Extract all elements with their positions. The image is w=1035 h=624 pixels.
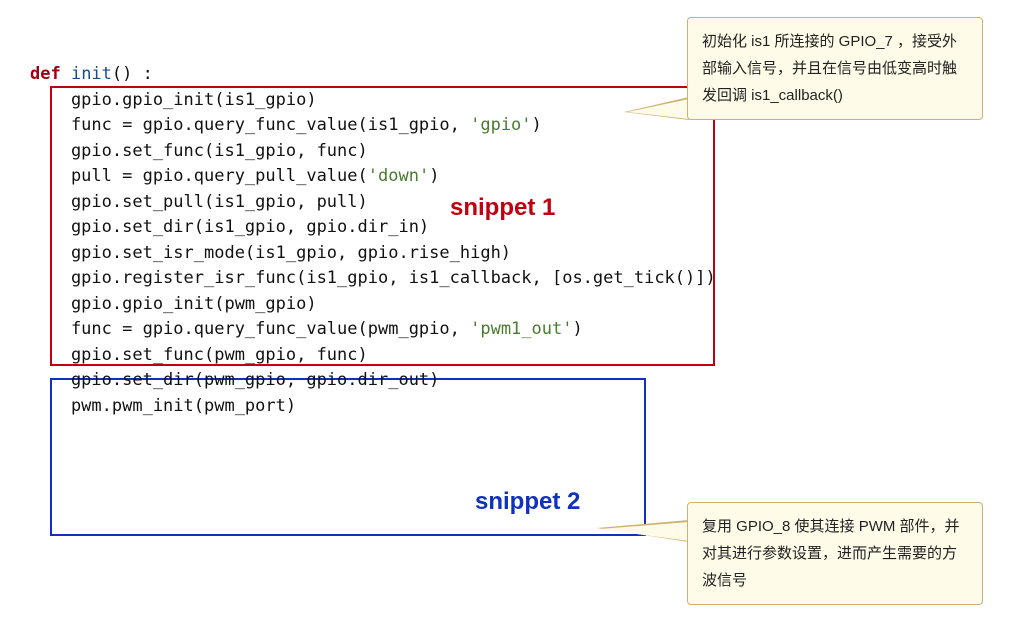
callout-1: 初始化 is1 所连接的 GPIO_7 ，接受外部输入信号，并且在信号由低变高时… <box>687 17 983 120</box>
callout-2: 复用 GPIO_8 使其连接 PWM 部件，并对其进行参数设置，进而产生需要的方… <box>687 502 983 605</box>
code-line: gpio.set_func(is1_gpio, func) <box>30 139 716 165</box>
code-block: def init() : gpio.gpio_init(is1_gpio) fu… <box>30 62 716 419</box>
string-literal: 'gpio' <box>470 115 531 135</box>
string-literal: 'pwm1_out' <box>470 319 572 339</box>
code-line: pull = gpio.query_pull_value('down') <box>30 164 716 190</box>
code-line: gpio.register_isr_func(is1_gpio, is1_cal… <box>30 266 716 292</box>
code-line: gpio.set_isr_mode(is1_gpio, gpio.rise_hi… <box>30 241 716 267</box>
code-line: func = gpio.query_func_value(is1_gpio, '… <box>30 113 716 139</box>
code-line: pwm.pwm_init(pwm_port) <box>30 394 716 420</box>
code-line: gpio.gpio_init(is1_gpio) <box>30 88 716 114</box>
callout-1-pointer <box>624 97 689 120</box>
string-literal: 'down' <box>368 166 429 186</box>
snippet-2-label: snippet 2 <box>475 484 580 520</box>
callout-2-pointer <box>597 520 689 542</box>
code-line: gpio.set_func(pwm_gpio, func) <box>30 343 716 369</box>
callout-2-text: 复用 GPIO_8 使其连接 PWM 部件，并对其进行参数设置，进而产生需要的方… <box>702 518 960 589</box>
code-line: gpio.gpio_init(pwm_gpio) <box>30 292 716 318</box>
code-line: gpio.set_pull(is1_gpio, pull) <box>30 190 716 216</box>
def-line: def init() : <box>30 62 716 88</box>
code-line: gpio.set_dir(pwm_gpio, gpio.dir_out) <box>30 368 716 394</box>
code-line: func = gpio.query_func_value(pwm_gpio, '… <box>30 317 716 343</box>
snippet-1-label: snippet 1 <box>450 190 555 226</box>
callout-1-text: 初始化 is1 所连接的 GPIO_7 ，接受外部输入信号，并且在信号由低变高时… <box>702 33 957 104</box>
def-keyword: def <box>30 64 61 84</box>
code-line: gpio.set_dir(is1_gpio, gpio.dir_in) <box>30 215 716 241</box>
func-name: init <box>61 64 112 84</box>
